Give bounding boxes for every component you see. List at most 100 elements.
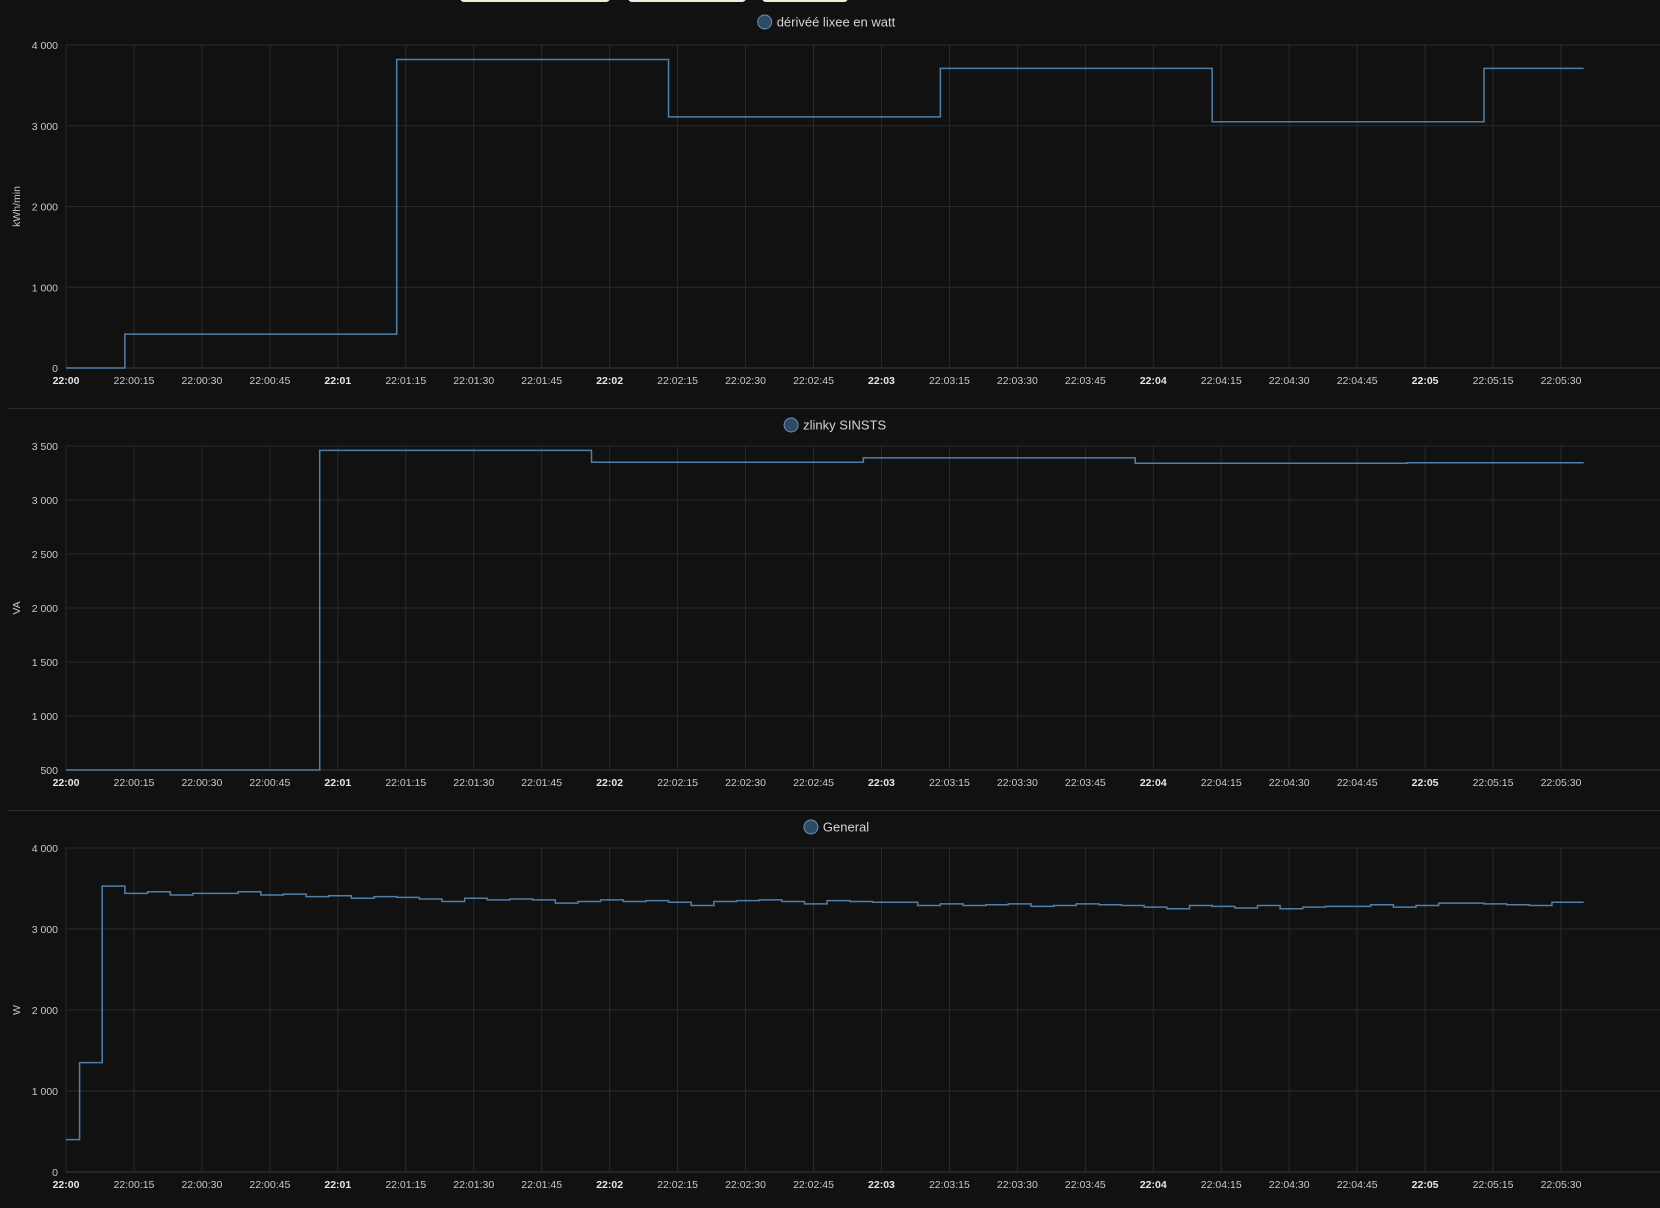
y-tick-label: 2 000 <box>32 603 58 615</box>
x-tick-label: 22:05 <box>1412 777 1439 789</box>
x-tick-label: 22:03:30 <box>997 1179 1038 1191</box>
x-tick-label: 22:05 <box>1412 375 1439 387</box>
chart-panel-general: General 0 1 000 2 000 3 000 4 000 22:00 22:00:1… <box>0 812 1660 1208</box>
x-tick-label: 22:01:30 <box>453 1179 494 1191</box>
y-axis-label: kWh/min <box>11 186 23 227</box>
legend-label[interactable]: General <box>823 820 869 835</box>
x-tick-label: 22:05:15 <box>1473 1179 1514 1191</box>
legend-label[interactable]: dérivéé lixee en watt <box>777 15 896 30</box>
x-tick-label: 22:05:30 <box>1541 1179 1582 1191</box>
y-tick-label: 4 000 <box>32 843 58 855</box>
x-tick-label: 22:03:45 <box>1065 375 1106 387</box>
x-tick-label: 22:04:30 <box>1269 375 1310 387</box>
legend-swatch[interactable] <box>783 417 799 433</box>
x-tick-label: 22:05:30 <box>1541 375 1582 387</box>
y-tick-label: 0 <box>52 1167 58 1179</box>
x-tick-label: 22:04:30 <box>1269 1179 1310 1191</box>
x-tick-label: 22:05:30 <box>1541 777 1582 789</box>
x-tick-label: 22:01:45 <box>521 777 562 789</box>
y-tick-label: 1 000 <box>32 1086 58 1098</box>
x-tick-label: 22:01:45 <box>521 375 562 387</box>
x-tick-label: 22:01:15 <box>385 777 426 789</box>
y-tick-label: 3 000 <box>32 924 58 936</box>
x-tick-label: 22:03:45 <box>1065 1179 1106 1191</box>
x-tick-label: 22:03:45 <box>1065 777 1106 789</box>
chart-panel-zlinky: zlinky SINSTS 500 1 000 1 500 2 000 2 500 3 00… <box>0 410 1660 810</box>
x-tick-label: 22:04:15 <box>1201 375 1242 387</box>
x-tick-label: 22:04:15 <box>1201 777 1242 789</box>
legend[interactable]: zlinky SINSTS <box>783 417 887 433</box>
legend[interactable]: dérivéé lixee en watt <box>757 14 896 30</box>
y-tick-label: 500 <box>40 765 58 777</box>
series-line[interactable] <box>66 885 1584 1141</box>
y-tick-label: 1 500 <box>32 657 58 669</box>
y-axis-label: W <box>11 1005 23 1015</box>
chart-divider <box>8 408 1660 409</box>
legend-swatch[interactable] <box>803 819 819 835</box>
x-tick-label: 22:02:30 <box>725 1179 766 1191</box>
x-tick-label: 22:00:30 <box>181 1179 222 1191</box>
x-tick-label: 22:00 <box>53 1179 80 1191</box>
x-tick-label: 22:04:30 <box>1269 777 1310 789</box>
x-tick-label: 22:04 <box>1140 1179 1167 1191</box>
x-tick-label: 22:00:15 <box>114 777 155 789</box>
x-tick-label: 22:00:45 <box>249 375 290 387</box>
y-tick-label: 3 000 <box>32 121 58 133</box>
y-tick-label: 1 000 <box>32 282 58 294</box>
x-tick-label: 22:02:45 <box>793 777 834 789</box>
x-tick-label: 22:00 <box>53 777 80 789</box>
chart-zlinky: zlinky SINSTS 500 1 000 1 500 2 000 2 500 3 00… <box>11 417 1660 789</box>
x-tick-label: 22:05:15 <box>1473 375 1514 387</box>
x-tick-label: 22:00:45 <box>249 777 290 789</box>
x-tick-label: 22:02:45 <box>793 375 834 387</box>
x-tick-label: 22:00:45 <box>249 1179 290 1191</box>
x-tick-label: 22:03 <box>868 1179 895 1191</box>
chart-general: General 0 1 000 2 000 3 000 4 000 22:00 22:00:1… <box>11 819 1660 1191</box>
x-tick-label: 22:00:30 <box>181 777 222 789</box>
x-tick-label: 22:04:15 <box>1201 1179 1242 1191</box>
y-tick-label: 1 000 <box>32 711 58 723</box>
y-tick-label: 0 <box>52 363 58 375</box>
x-tick-label: 22:01:15 <box>385 1179 426 1191</box>
series-line[interactable] <box>66 58 1584 369</box>
x-tick-label: 22:01 <box>324 1179 351 1191</box>
x-tick-label: 22:04:45 <box>1337 777 1378 789</box>
x-tick-label: 22:00:30 <box>181 375 222 387</box>
y-tick-label: 3 000 <box>32 495 58 507</box>
x-tick-label: 22:03 <box>868 777 895 789</box>
x-tick-label: 22:02:15 <box>657 375 698 387</box>
y-tick-label: 2 500 <box>32 549 58 561</box>
x-tick-label: 22:02 <box>596 1179 623 1191</box>
x-tick-label: 22:01:15 <box>385 375 426 387</box>
y-tick-label: 2 000 <box>32 1005 58 1017</box>
x-tick-label: 22:01:45 <box>521 1179 562 1191</box>
x-tick-label: 22:03 <box>868 375 895 387</box>
y-tick-label: 3 500 <box>32 441 58 453</box>
x-tick-label: 22:04 <box>1140 375 1167 387</box>
x-tick-label: 22:03:15 <box>929 375 970 387</box>
x-tick-label: 22:01 <box>324 777 351 789</box>
y-axis-label: VA <box>11 601 23 614</box>
legend-swatch[interactable] <box>757 14 773 30</box>
x-tick-label: 22:03:15 <box>929 1179 970 1191</box>
x-tick-label: 22:02:15 <box>657 777 698 789</box>
series-line[interactable] <box>66 449 1584 771</box>
x-tick-label: 22:05:15 <box>1473 777 1514 789</box>
legend-label[interactable]: zlinky SINSTS <box>803 418 886 433</box>
x-tick-label: 22:01:30 <box>453 777 494 789</box>
x-tick-label: 22:02 <box>596 375 623 387</box>
x-tick-label: 22:04 <box>1140 777 1167 789</box>
y-tick-label: 4 000 <box>32 40 58 52</box>
x-tick-label: 22:00:15 <box>114 375 155 387</box>
x-tick-label: 22:01 <box>324 375 351 387</box>
x-tick-label: 22:02:45 <box>793 1179 834 1191</box>
chart-panel-derivee: dérivéé lixee en watt 0 1 000 2 000 3 000 4 0… <box>0 0 1660 408</box>
x-tick-label: 22:02:30 <box>725 375 766 387</box>
y-tick-label: 2 000 <box>32 202 58 214</box>
x-tick-label: 22:00 <box>53 375 80 387</box>
chart-divider <box>8 810 1660 811</box>
x-tick-label: 22:05 <box>1412 1179 1439 1191</box>
chart-derivee: dérivéé lixee en watt 0 1 000 2 000 3 000 4 0… <box>11 14 1660 387</box>
legend[interactable]: General <box>803 819 869 835</box>
x-tick-label: 22:04:45 <box>1337 375 1378 387</box>
